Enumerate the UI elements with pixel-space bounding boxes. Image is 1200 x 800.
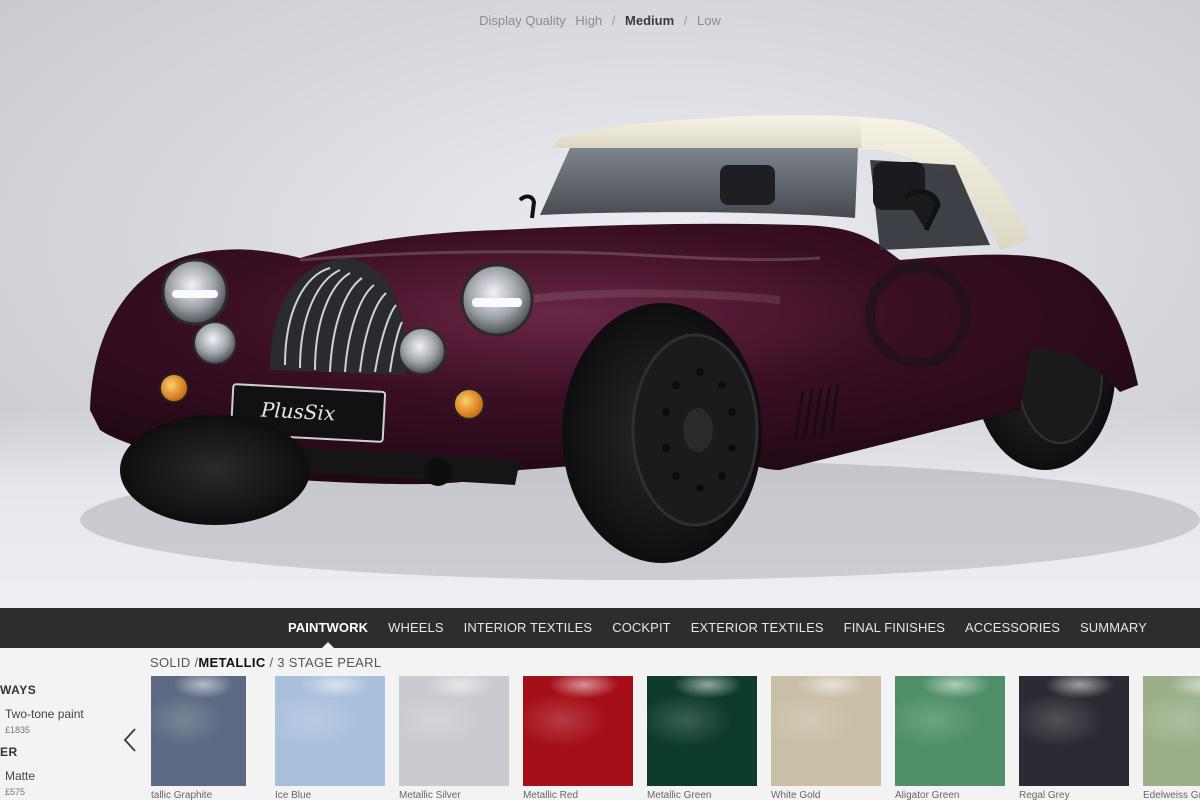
seat: [720, 165, 775, 205]
swatch-gloss: [151, 676, 246, 786]
two-tone-paint-option[interactable]: Two-tone paint: [5, 707, 84, 721]
configurator-nav: PAINTWORK WHEELS INTERIOR TEXTILES COCKPIT E…: [0, 608, 1200, 648]
paint-swatch[interactable]: [1019, 676, 1129, 786]
roof-front: [552, 116, 862, 148]
swatch-gloss: [1143, 676, 1200, 786]
nav-item-final-finishes[interactable]: FINAL FINISHES: [834, 608, 955, 648]
car-illustration: PlusSix: [80, 115, 1200, 580]
swatch-label: Regal Grey: [1019, 790, 1070, 800]
nav-item-paintwork[interactable]: PAINTWORK: [278, 608, 378, 648]
matte-price: £575: [5, 787, 26, 797]
paint-swatch[interactable]: [771, 676, 881, 786]
nav-items: PAINTWORK WHEELS INTERIOR TEXTILES COCKPIT E…: [278, 608, 1157, 648]
swatch-label: Metallic Red: [523, 790, 579, 800]
paint-swatch[interactable]: [399, 676, 509, 786]
tab-metallic[interactable]: METALLIC: [198, 655, 265, 670]
chevron-left-icon[interactable]: [120, 726, 140, 754]
nav-item-accessories[interactable]: ACCESSORIES: [955, 608, 1070, 648]
paint-swatch[interactable]: [275, 676, 385, 786]
paint-swatch[interactable]: [647, 676, 757, 786]
two-tone-paint-price: £1835: [5, 725, 31, 735]
windscreen: [540, 148, 858, 218]
nav-item-interior-textiles[interactable]: INTERIOR TEXTILES: [454, 608, 603, 648]
swatch-label: Ice Blue: [275, 790, 312, 800]
options-panel: WAYS Two-tone paint £1835 ER Matte £575 …: [0, 648, 1200, 800]
swatch-label: Aligator Green: [895, 790, 960, 800]
nav-item-cockpit[interactable]: COCKPIT: [602, 608, 680, 648]
car-viewer[interactable]: Display Quality High / Medium / Low Plus…: [0, 0, 1200, 608]
swatch-gloss: [399, 676, 509, 786]
tab-solid[interactable]: SOLID: [150, 655, 191, 670]
matte-option[interactable]: Matte: [5, 769, 35, 783]
paint-swatch[interactable]: [895, 676, 1005, 786]
paint-type-tabs: SOLID /METALLIC / 3 STAGE PEARL: [150, 655, 381, 670]
swatch-label: tallic Graphite: [151, 790, 213, 800]
nav-item-exterior-textiles[interactable]: EXTERIOR TEXTILES: [681, 608, 834, 648]
nav-item-summary[interactable]: SUMMARY: [1070, 608, 1157, 648]
swatch-label: White Gold: [771, 790, 821, 800]
swatch-gloss: [523, 676, 633, 786]
swatch-gloss: [895, 676, 1005, 786]
tab-3-stage-pearl[interactable]: 3 STAGE PEARL: [277, 655, 381, 670]
svg-text:PlusSix: PlusSix: [259, 397, 336, 425]
swatch-gloss: [1019, 676, 1129, 786]
nav-item-wheels[interactable]: WHEELS: [378, 608, 454, 648]
option-group-heading: ER: [0, 745, 18, 759]
swatch-gloss: [771, 676, 881, 786]
paint-swatch[interactable]: [523, 676, 633, 786]
option-group-heading: WAYS: [0, 683, 37, 697]
front-right-wheel: [562, 303, 762, 563]
mirror: [518, 194, 537, 219]
paint-swatch[interactable]: [1143, 676, 1200, 786]
swatch-label: Edelweiss Green: [1143, 790, 1200, 800]
swatch-label: Metallic Silver: [399, 790, 461, 800]
left-options: WAYS Two-tone paint £1835 ER Matte £575: [0, 648, 130, 800]
tab-separator: /: [269, 655, 274, 670]
front-left-wheel: [120, 415, 310, 525]
paint-swatch[interactable]: [151, 676, 246, 786]
swatch-label: Metallic Green: [647, 790, 712, 800]
swatch-gloss: [275, 676, 385, 786]
swatch-gloss: [647, 676, 757, 786]
